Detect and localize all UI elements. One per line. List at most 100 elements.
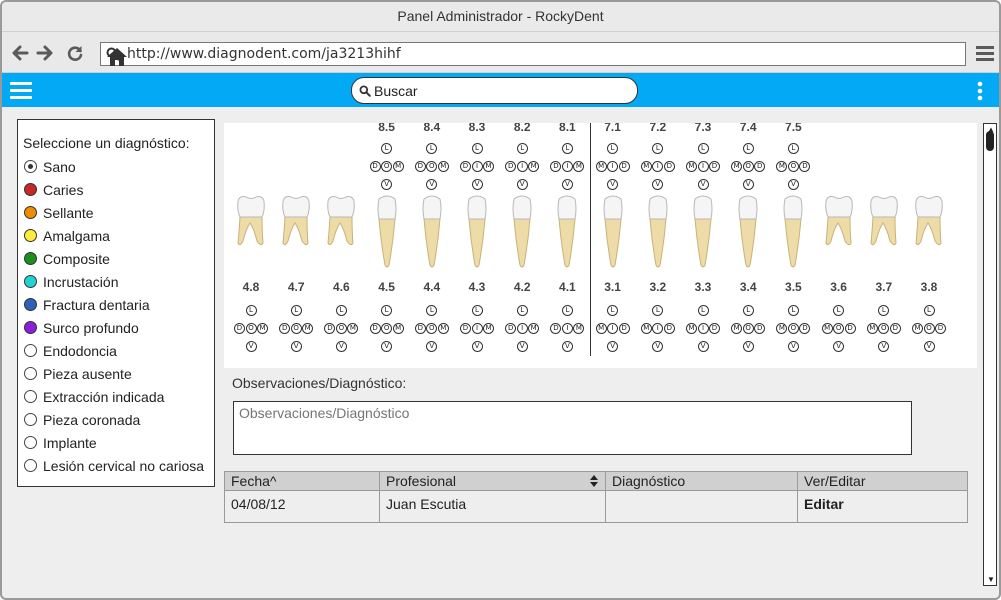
diagnosis-option[interactable]: Extracción indicada [24,387,204,410]
tooth-face-lingual[interactable]: L [787,143,799,154]
tooth-face-o[interactable]: O [245,323,257,334]
tooth-face-lingual[interactable]: L [923,305,935,316]
tooth-face-m[interactable]: M [912,323,923,334]
tooth-face-lingual[interactable]: L [516,143,528,154]
tooth-face-lingual[interactable]: L [697,305,709,316]
diagnosis-option[interactable]: Surco profundo [24,318,204,341]
tooth-face-d[interactable]: D [505,323,517,334]
diagnosis-option[interactable]: Endodoncia [24,341,204,364]
tooth-face-m[interactable]: M [392,161,404,172]
diagnosis-option[interactable]: Pieza ausente [24,364,204,387]
diagnosis-option[interactable]: Sellante [24,203,204,226]
tooth-face-o[interactable]: O [923,323,935,334]
tooth-face-d[interactable]: D [460,161,471,172]
tooth-face-d[interactable]: D [754,161,766,172]
tooth-face-m[interactable]: M [573,323,585,334]
radio-button[interactable] [24,436,37,449]
diagnosis-option[interactable]: Incrustación [24,272,204,295]
tooth-face-lingual[interactable]: L [878,305,890,316]
tooth-face-i[interactable]: I [697,323,709,334]
tooth-face-vestibular[interactable]: V [878,341,890,352]
tooth-face-d[interactable]: D [709,323,720,334]
tooth-face-m[interactable]: M [776,161,788,172]
tooth-icon[interactable] [505,193,539,271]
tooth-face-vestibular[interactable]: V [381,179,393,190]
tooth-face-i[interactable]: I [607,323,619,334]
tooth-face-m[interactable]: M [640,161,652,172]
tooth-face-lingual[interactable]: L [742,305,754,316]
tooth-face-vestibular[interactable]: V [833,341,845,352]
tooth-face-vestibular[interactable]: V [335,341,347,352]
tooth-face-lingual[interactable]: L [335,305,347,316]
tooth-face-m[interactable]: M [595,323,607,334]
tooth-face-d[interactable]: D [279,323,291,334]
tooth-face-d[interactable]: D [369,161,381,172]
radio-button[interactable] [24,183,37,196]
tooth-face-vestibular[interactable]: V [245,341,257,352]
tooth-face-lingual[interactable]: L [245,305,257,316]
tooth-icon[interactable] [596,193,630,271]
tooth-face-i[interactable]: I [516,323,528,334]
tooth-face-vestibular[interactable]: V [652,341,664,352]
scroll-down-icon[interactable]: ▼ [987,575,995,584]
radio-button[interactable] [24,229,37,242]
tooth-face-m[interactable]: M [528,323,540,334]
tooth-face-i[interactable]: I [561,323,573,334]
tooth-face-m[interactable]: M [686,161,697,172]
tooth-face-lingual[interactable]: L [471,305,483,316]
tooth-face-m[interactable]: M [776,323,788,334]
observations-field[interactable] [233,401,912,455]
kebab-menu-icon[interactable] [977,81,983,101]
tooth-icon[interactable] [324,193,358,271]
tooth-face-o[interactable]: O [335,323,347,334]
tooth-face-m[interactable]: M [821,323,833,334]
tooth-face-o[interactable]: O [426,161,438,172]
tooth-face-d[interactable]: D [618,161,630,172]
tooth-face-d[interactable]: D [709,161,720,172]
tooth-face-d[interactable]: D [799,161,811,172]
tooth-face-lingual[interactable]: L [561,143,573,154]
tooth-face-vestibular[interactable]: V [697,341,709,352]
tooth-face-lingual[interactable]: L [381,143,393,154]
tooth-face-d[interactable]: D [935,323,946,334]
home-icon[interactable] [106,47,128,67]
tooth-face-m[interactable]: M [866,323,878,334]
tooth-face-lingual[interactable]: L [516,305,528,316]
tooth-face-vestibular[interactable]: V [742,179,754,190]
diagnosis-option[interactable]: Amalgama [24,226,204,249]
tooth-face-vestibular[interactable]: V [381,341,393,352]
tooth-face-d[interactable]: D [663,323,675,334]
tooth-face-lingual[interactable]: L [652,143,664,154]
diagnosis-option[interactable]: Fractura dentaria [24,295,204,318]
tooth-face-m[interactable]: M [573,161,585,172]
tooth-face-i[interactable]: I [561,161,573,172]
tooth-face-d[interactable]: D [505,161,517,172]
diagnosis-option[interactable]: Sano [24,157,204,180]
tooth-face-vestibular[interactable]: V [426,179,438,190]
tooth-face-lingual[interactable]: L [652,305,664,316]
radio-button[interactable] [24,367,37,380]
tooth-face-o[interactable]: O [742,323,754,334]
tooth-face-i[interactable]: I [471,323,483,334]
tooth-icon[interactable] [370,193,404,271]
tooth-face-m[interactable]: M [731,323,743,334]
radio-button[interactable] [24,206,37,219]
tooth-face-i[interactable]: I [652,323,664,334]
tooth-face-lingual[interactable]: L [426,143,438,154]
tooth-face-m[interactable]: M [731,161,743,172]
tooth-icon[interactable] [460,193,494,271]
tooth-face-d[interactable]: D [414,323,426,334]
tooth-icon[interactable] [641,193,675,271]
tooth-face-m[interactable]: M [528,161,540,172]
radio-button[interactable] [24,459,37,472]
tooth-face-lingual[interactable]: L [607,305,619,316]
tooth-face-o[interactable]: O [742,161,754,172]
radio-button[interactable] [24,390,37,403]
tooth-face-m[interactable]: M [437,323,449,334]
tooth-face-i[interactable]: I [471,161,483,172]
tooth-face-vestibular[interactable]: V [923,341,935,352]
tooth-face-vestibular[interactable]: V [561,179,573,190]
tooth-face-m[interactable]: M [302,323,314,334]
tooth-face-d[interactable]: D [460,323,471,334]
tooth-face-o[interactable]: O [787,323,799,334]
